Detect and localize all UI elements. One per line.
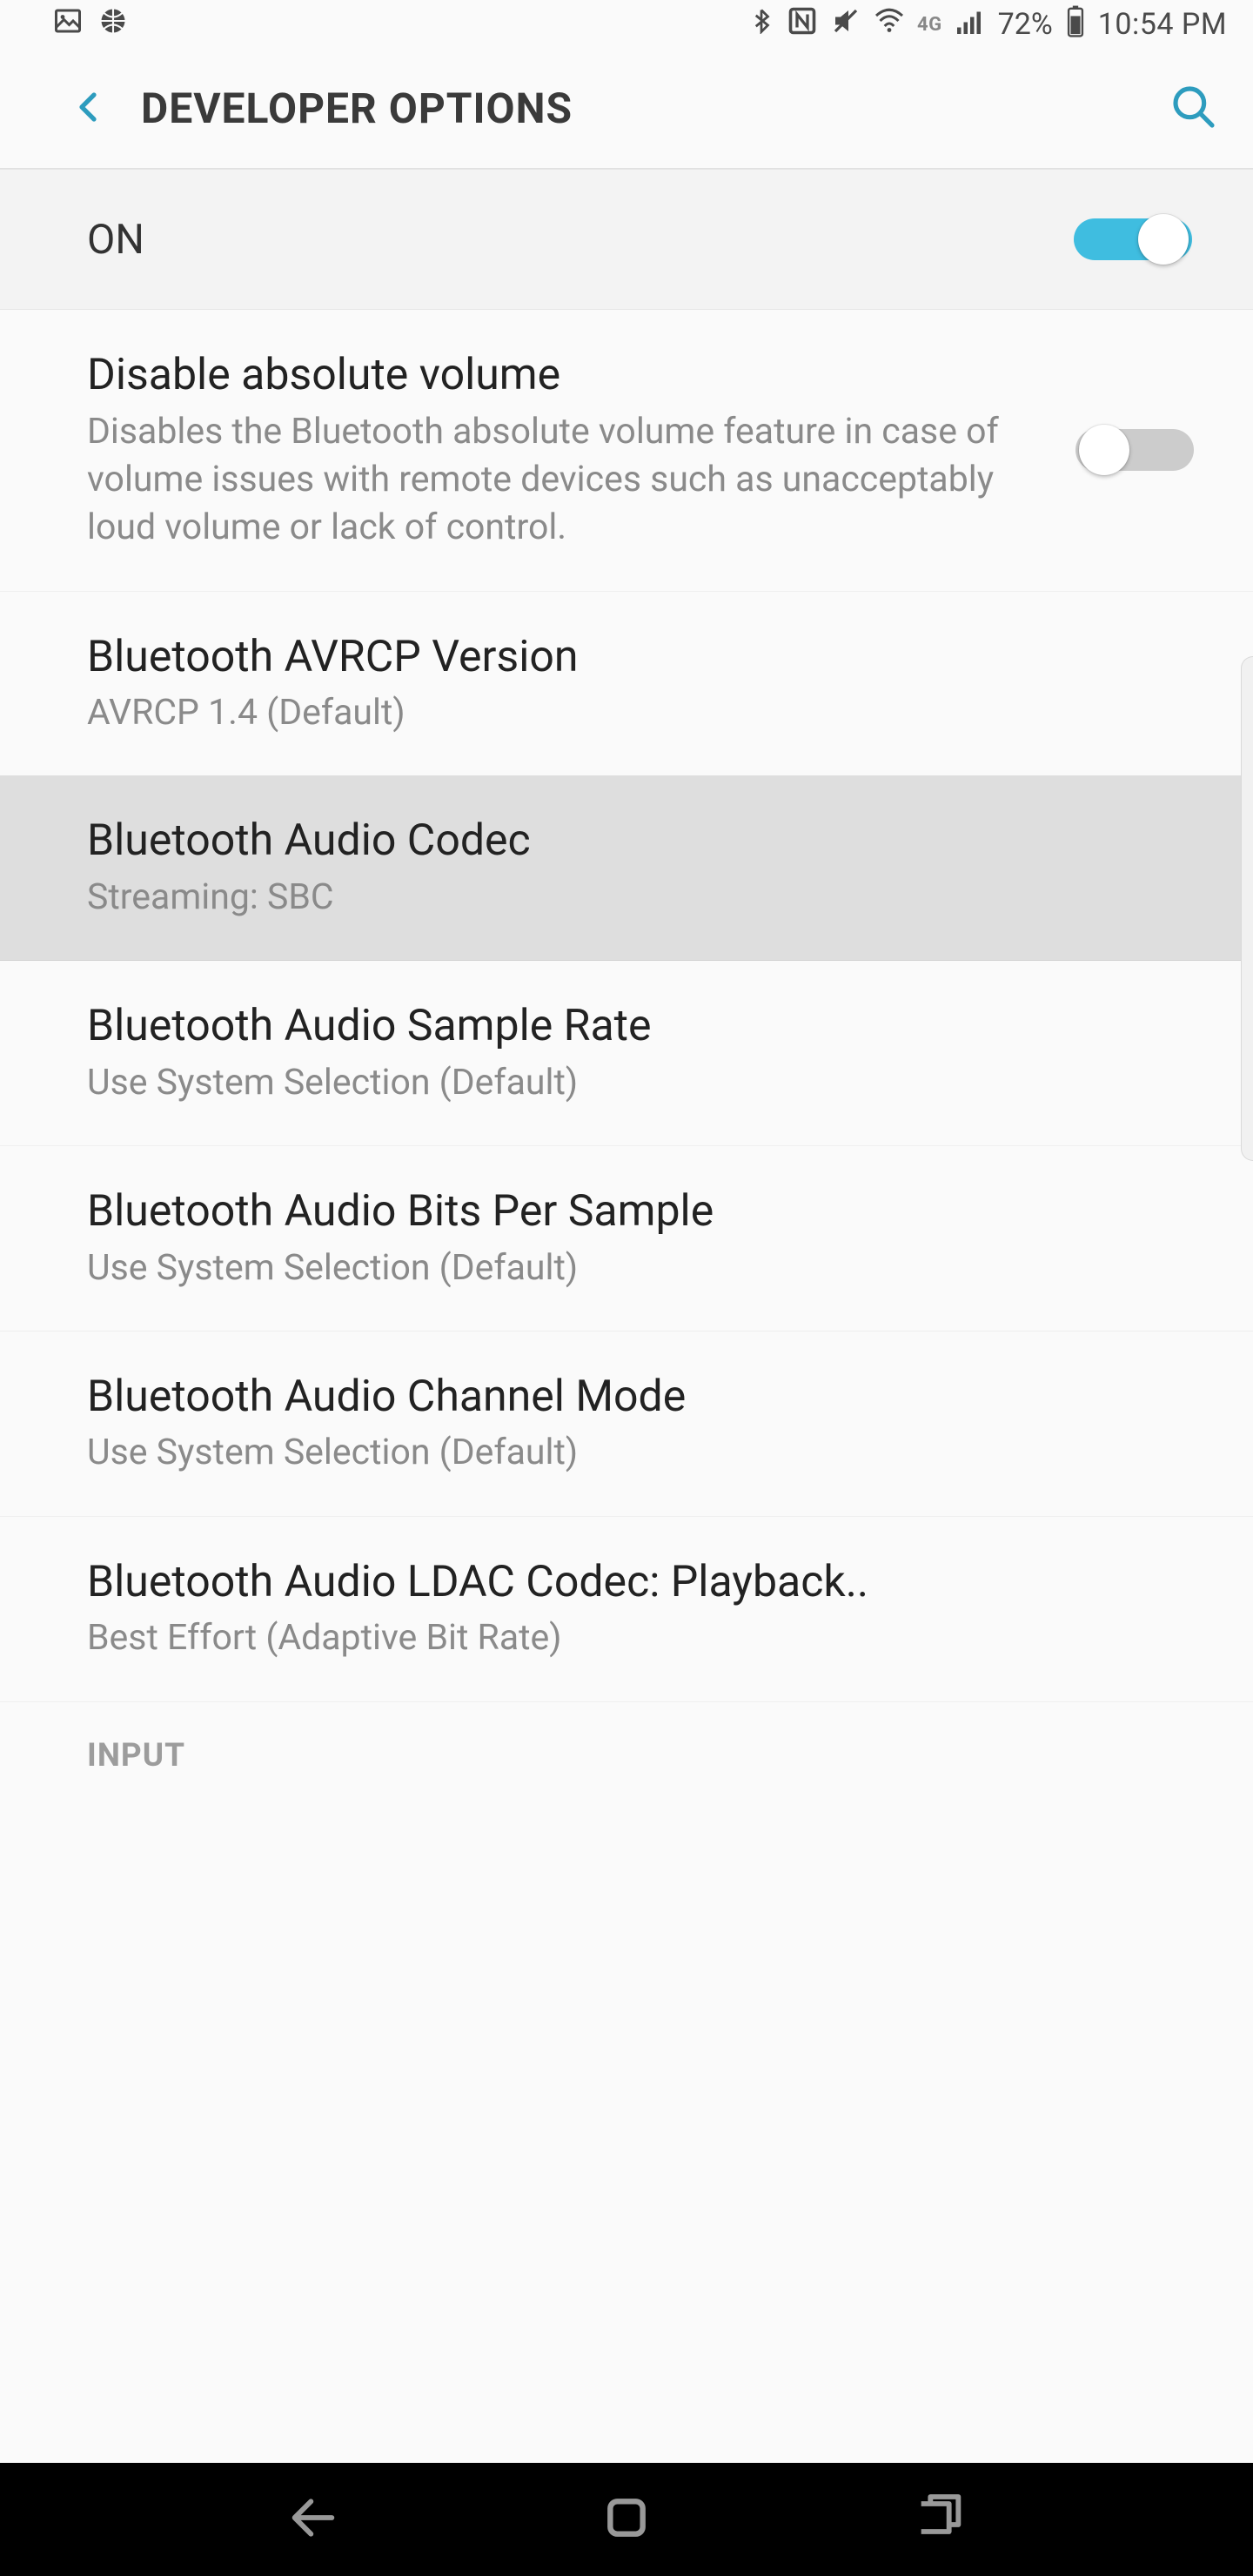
setting-bt-audio-bits-per-sample[interactable]: Bluetooth Audio Bits Per Sample Use Syst… bbox=[0, 1146, 1253, 1332]
setting-title: Bluetooth Audio Sample Rate bbox=[87, 999, 1168, 1054]
wifi-icon bbox=[874, 5, 905, 44]
basketball-icon bbox=[97, 5, 129, 44]
status-left-icons bbox=[52, 5, 129, 44]
section-header-input: INPUT bbox=[0, 1702, 1253, 1783]
setting-subtitle: Best Effort (Adaptive Bit Rate) bbox=[87, 1614, 1168, 1662]
scroll-indicator[interactable] bbox=[1241, 656, 1253, 1161]
status-bar: 4G 72% 10:54 PM bbox=[0, 0, 1253, 49]
setting-title: Bluetooth Audio LDAC Codec: Playback.. bbox=[87, 1555, 1168, 1610]
master-toggle-switch[interactable] bbox=[1074, 206, 1192, 272]
disable-absolute-volume-toggle[interactable] bbox=[1075, 417, 1194, 483]
nav-recent-button[interactable] bbox=[912, 2490, 968, 2549]
setting-bt-audio-codec[interactable]: Bluetooth Audio Codec Streaming: SBC bbox=[0, 775, 1253, 961]
network-type-label: 4G bbox=[917, 14, 942, 36]
status-right-icons: 4G 72% 10:54 PM bbox=[748, 4, 1227, 44]
signal-icon bbox=[955, 5, 986, 44]
setting-title: Bluetooth Audio Channel Mode bbox=[87, 1370, 1168, 1425]
setting-subtitle: Use System Selection (Default) bbox=[87, 1244, 1168, 1292]
setting-subtitle: Use System Selection (Default) bbox=[87, 1059, 1168, 1107]
mute-icon bbox=[830, 5, 861, 44]
setting-title: Bluetooth Audio Codec bbox=[87, 814, 1168, 869]
nav-back-button[interactable] bbox=[285, 2490, 341, 2549]
bluetooth-icon bbox=[748, 8, 774, 41]
setting-subtitle: Use System Selection (Default) bbox=[87, 1429, 1168, 1477]
setting-subtitle: Disables the Bluetooth absolute volume f… bbox=[87, 408, 1049, 553]
page-title: DEVELOPER OPTIONS bbox=[141, 84, 1169, 133]
nav-home-button[interactable] bbox=[599, 2490, 654, 2549]
setting-title: Bluetooth Audio Bits Per Sample bbox=[87, 1184, 1168, 1239]
navigation-bar bbox=[0, 2463, 1253, 2576]
picture-icon bbox=[52, 5, 84, 44]
setting-subtitle: AVRCP 1.4 (Default) bbox=[87, 689, 1168, 737]
setting-bt-audio-sample-rate[interactable]: Bluetooth Audio Sample Rate Use System S… bbox=[0, 961, 1253, 1146]
setting-title: Bluetooth AVRCP Version bbox=[87, 630, 1168, 685]
nfc-icon bbox=[787, 5, 818, 44]
clock-label: 10:54 PM bbox=[1098, 7, 1227, 42]
master-toggle-row[interactable]: ON bbox=[0, 169, 1253, 310]
master-toggle-label: ON bbox=[87, 216, 144, 264]
battery-icon bbox=[1065, 4, 1086, 44]
app-header: DEVELOPER OPTIONS bbox=[0, 49, 1253, 169]
setting-bt-audio-channel-mode[interactable]: Bluetooth Audio Channel Mode Use System … bbox=[0, 1332, 1253, 1517]
setting-subtitle: Streaming: SBC bbox=[87, 874, 1168, 922]
setting-bt-avrcp-version[interactable]: Bluetooth AVRCP Version AVRCP 1.4 (Defau… bbox=[0, 592, 1253, 776]
search-button[interactable] bbox=[1169, 83, 1218, 135]
setting-disable-absolute-volume[interactable]: Disable absolute volume Disables the Blu… bbox=[0, 310, 1253, 592]
setting-bt-audio-ldac-codec[interactable]: Bluetooth Audio LDAC Codec: Playback.. B… bbox=[0, 1517, 1253, 1702]
settings-list: Disable absolute volume Disables the Blu… bbox=[0, 310, 1253, 1783]
back-button[interactable] bbox=[70, 80, 141, 138]
setting-title: Disable absolute volume bbox=[87, 348, 1049, 403]
battery-percentage: 72% bbox=[998, 7, 1053, 42]
